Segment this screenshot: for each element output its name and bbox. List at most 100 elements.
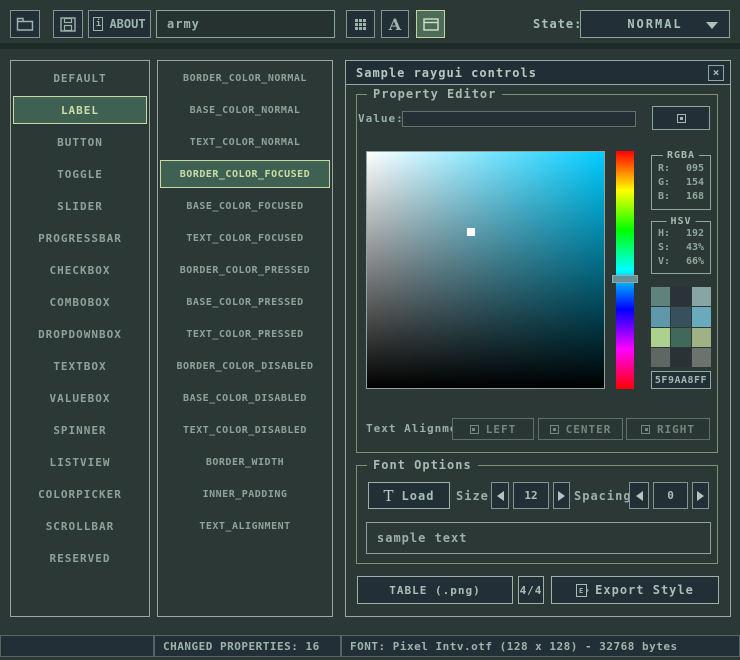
hsv-hue-row: H:192: [652, 227, 710, 241]
rgba-red-row: R:095: [652, 162, 710, 176]
text-t-icon: T: [384, 487, 395, 505]
arrow-left-icon: [636, 491, 643, 501]
color-swatch[interactable]: [651, 348, 670, 367]
about-button[interactable]: i ABOUT: [88, 10, 151, 38]
controls-list-item[interactable]: TOGGLE: [11, 158, 149, 190]
hex-color-input[interactable]: 5F9AA8FF: [651, 371, 711, 389]
properties-list-item[interactable]: INNER_PADDING: [158, 478, 332, 510]
small-box-icon: [677, 114, 686, 123]
status-changed-properties: CHANGED PROPERTIES: 16: [154, 635, 341, 657]
load-font-button[interactable]: T Load: [368, 482, 450, 509]
properties-list-item[interactable]: TEXT_COLOR_PRESSED: [158, 318, 332, 350]
close-button[interactable]: ×: [708, 65, 724, 81]
toolbar-separator: [0, 43, 740, 49]
color-swatch[interactable]: [692, 348, 711, 367]
save-icon: [60, 17, 76, 32]
color-swatch[interactable]: [651, 328, 670, 347]
value-apply-button[interactable]: [652, 106, 710, 130]
status-cell-empty: [0, 635, 154, 657]
color-swatch[interactable]: [692, 328, 711, 347]
window-view-button[interactable]: [416, 10, 445, 38]
page-indicator[interactable]: 4/4: [518, 576, 544, 604]
arrow-right-icon: [558, 491, 565, 501]
controls-list-item[interactable]: SCROLLBAR: [11, 510, 149, 542]
properties-list: BORDER_COLOR_NORMALBASE_COLOR_NORMALTEXT…: [157, 60, 333, 617]
properties-list-item[interactable]: BORDER_COLOR_DISABLED: [158, 350, 332, 382]
properties-list-item[interactable]: BASE_COLOR_FOCUSED: [158, 190, 332, 222]
export-style-button[interactable]: E Export Style: [551, 576, 719, 604]
status-font-info: FONT: Pixel Intv.otf (128 x 128) - 32768…: [341, 635, 740, 657]
export-table-button[interactable]: TABLE (.png): [357, 576, 513, 604]
size-value-box[interactable]: 12: [513, 482, 549, 509]
sample-text-input[interactable]: sample text: [366, 522, 711, 554]
chevron-down-icon: [706, 22, 718, 29]
properties-list-item[interactable]: BASE_COLOR_PRESSED: [158, 286, 332, 318]
properties-list-item[interactable]: TEXT_COLOR_FOCUSED: [158, 222, 332, 254]
properties-list-item[interactable]: BORDER_COLOR_PRESSED: [158, 254, 332, 286]
style-name-input[interactable]: [156, 10, 335, 38]
controls-list-item[interactable]: DROPDOWNBOX: [11, 318, 149, 350]
open-file-button[interactable]: [10, 10, 40, 38]
sample-window-titlebar[interactable]: Sample raygui controls ×: [346, 61, 730, 85]
controls-list-item[interactable]: COMBOBOX: [11, 286, 149, 318]
properties-list-item[interactable]: BORDER_WIDTH: [158, 446, 332, 478]
size-decrement-button[interactable]: [491, 482, 509, 509]
properties-list-item[interactable]: TEXT_COLOR_NORMAL: [158, 126, 332, 158]
value-input[interactable]: [402, 111, 636, 127]
arrow-right-icon: [697, 491, 704, 501]
hsv-val-row: V:66%: [652, 255, 710, 269]
state-dropdown[interactable]: NORMAL: [580, 10, 730, 38]
align-left-button[interactable]: LEFT: [452, 418, 534, 440]
save-file-button[interactable]: [53, 10, 83, 38]
spacing-value-box[interactable]: 0: [653, 482, 688, 509]
color-swatch[interactable]: [671, 307, 690, 326]
spacing-decrement-button[interactable]: [629, 482, 649, 509]
hue-slider-handle[interactable]: [612, 275, 638, 283]
hue-slider[interactable]: [616, 151, 634, 389]
controls-list-item[interactable]: COLORPICKER: [11, 478, 149, 510]
controls-list-item[interactable]: CHECKBOX: [11, 254, 149, 286]
align-center-button[interactable]: CENTER: [538, 418, 623, 440]
spacing-increment-button[interactable]: [692, 482, 709, 509]
color-swatch[interactable]: [651, 307, 670, 326]
color-swatch[interactable]: [671, 287, 690, 306]
controls-list-item[interactable]: VALUEBOX: [11, 382, 149, 414]
font-view-button[interactable]: A: [381, 10, 409, 38]
properties-list-item[interactable]: BASE_COLOR_DISABLED: [158, 382, 332, 414]
properties-list-item[interactable]: BASE_COLOR_NORMAL: [158, 94, 332, 126]
rgba-blue-row: B:168: [652, 190, 710, 204]
color-gradient-picker[interactable]: [366, 151, 605, 389]
controls-list-item[interactable]: TEXTBOX: [11, 350, 149, 382]
window-icon: [423, 18, 439, 31]
controls-list: DEFAULTLABELBUTTONTOGGLESLIDERPROGRESSBA…: [10, 60, 150, 617]
rgba-group-label: RGBA: [663, 150, 699, 161]
color-cursor[interactable]: [467, 228, 475, 236]
color-swatch[interactable]: [671, 348, 690, 367]
grid-icon: [355, 19, 366, 30]
align-right-button[interactable]: RIGHT: [626, 418, 710, 440]
arrow-left-icon: [497, 491, 504, 501]
properties-list-item[interactable]: BORDER_COLOR_FOCUSED: [160, 160, 330, 188]
properties-list-item[interactable]: BORDER_COLOR_NORMAL: [158, 62, 332, 94]
about-button-label: ABOUT: [109, 17, 145, 31]
controls-list-item[interactable]: SPINNER: [11, 414, 149, 446]
controls-list-item[interactable]: SLIDER: [11, 190, 149, 222]
hsv-group: HSV H:192 S:43% V:66%: [651, 221, 711, 274]
color-swatch[interactable]: [692, 307, 711, 326]
align-right-icon: [641, 425, 650, 434]
properties-list-item[interactable]: TEXT_ALIGNMENT: [158, 510, 332, 542]
hsv-sat-row: S:43%: [652, 241, 710, 255]
controls-list-item[interactable]: PROGRESSBAR: [11, 222, 149, 254]
color-swatch[interactable]: [651, 287, 670, 306]
hsv-group-label: HSV: [666, 216, 695, 227]
properties-list-item[interactable]: TEXT_COLOR_DISABLED: [158, 414, 332, 446]
controls-list-item[interactable]: LABEL: [13, 96, 147, 124]
controls-list-item[interactable]: RESERVED: [11, 542, 149, 574]
controls-list-item[interactable]: BUTTON: [11, 126, 149, 158]
color-swatch[interactable]: [692, 287, 711, 306]
style-table-view-button[interactable]: [346, 10, 375, 38]
size-increment-button[interactable]: [553, 482, 570, 509]
controls-list-item[interactable]: DEFAULT: [11, 62, 149, 94]
color-swatch[interactable]: [671, 328, 690, 347]
controls-list-item[interactable]: LISTVIEW: [11, 446, 149, 478]
